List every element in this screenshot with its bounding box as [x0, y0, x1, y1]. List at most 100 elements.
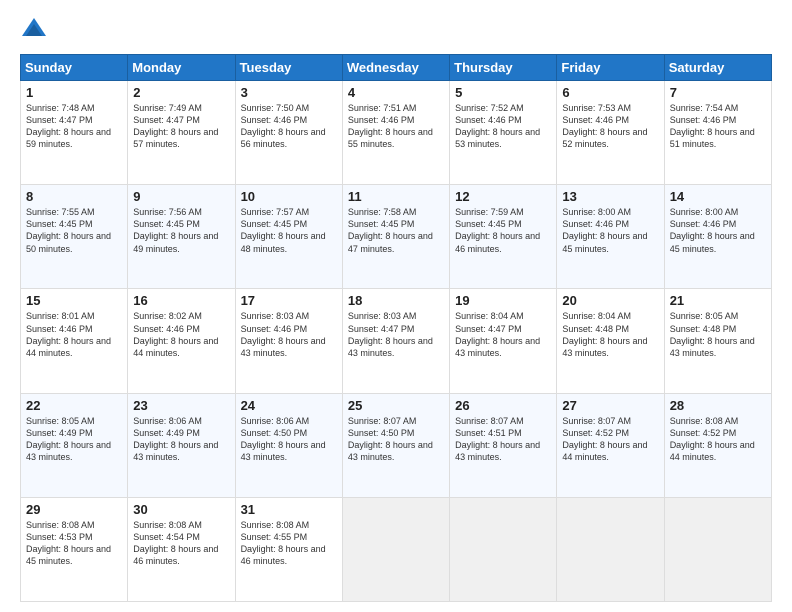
cell-details: Sunrise: 8:05 AMSunset: 4:49 PMDaylight:… [26, 416, 111, 462]
calendar-cell: 22 Sunrise: 8:05 AMSunset: 4:49 PMDaylig… [21, 393, 128, 497]
calendar-cell: 14 Sunrise: 8:00 AMSunset: 4:46 PMDaylig… [664, 185, 771, 289]
cell-details: Sunrise: 8:06 AMSunset: 4:49 PMDaylight:… [133, 416, 218, 462]
calendar-cell: 7 Sunrise: 7:54 AMSunset: 4:46 PMDayligh… [664, 81, 771, 185]
day-number: 15 [26, 293, 122, 308]
cell-details: Sunrise: 8:07 AMSunset: 4:50 PMDaylight:… [348, 416, 433, 462]
day-number: 16 [133, 293, 229, 308]
day-number: 25 [348, 398, 444, 413]
calendar-cell: 31 Sunrise: 8:08 AMSunset: 4:55 PMDaylig… [235, 497, 342, 601]
cell-details: Sunrise: 8:08 AMSunset: 4:54 PMDaylight:… [133, 520, 218, 566]
cell-details: Sunrise: 8:03 AMSunset: 4:46 PMDaylight:… [241, 311, 326, 357]
day-number: 11 [348, 189, 444, 204]
day-header-sunday: Sunday [21, 55, 128, 81]
cell-details: Sunrise: 7:50 AMSunset: 4:46 PMDaylight:… [241, 103, 326, 149]
day-number: 24 [241, 398, 337, 413]
calendar-week-3: 15 Sunrise: 8:01 AMSunset: 4:46 PMDaylig… [21, 289, 772, 393]
calendar-cell: 8 Sunrise: 7:55 AMSunset: 4:45 PMDayligh… [21, 185, 128, 289]
calendar-cell: 29 Sunrise: 8:08 AMSunset: 4:53 PMDaylig… [21, 497, 128, 601]
calendar-cell: 25 Sunrise: 8:07 AMSunset: 4:50 PMDaylig… [342, 393, 449, 497]
calendar-cell: 5 Sunrise: 7:52 AMSunset: 4:46 PMDayligh… [450, 81, 557, 185]
cell-details: Sunrise: 8:07 AMSunset: 4:51 PMDaylight:… [455, 416, 540, 462]
cell-details: Sunrise: 8:00 AMSunset: 4:46 PMDaylight:… [670, 207, 755, 253]
cell-details: Sunrise: 7:52 AMSunset: 4:46 PMDaylight:… [455, 103, 540, 149]
cell-details: Sunrise: 7:56 AMSunset: 4:45 PMDaylight:… [133, 207, 218, 253]
calendar-cell [450, 497, 557, 601]
calendar-cell [557, 497, 664, 601]
logo-icon [20, 16, 48, 44]
day-number: 4 [348, 85, 444, 100]
calendar-cell: 23 Sunrise: 8:06 AMSunset: 4:49 PMDaylig… [128, 393, 235, 497]
cell-details: Sunrise: 7:49 AMSunset: 4:47 PMDaylight:… [133, 103, 218, 149]
day-header-saturday: Saturday [664, 55, 771, 81]
day-number: 20 [562, 293, 658, 308]
day-number: 30 [133, 502, 229, 517]
cell-details: Sunrise: 7:55 AMSunset: 4:45 PMDaylight:… [26, 207, 111, 253]
day-number: 17 [241, 293, 337, 308]
cell-details: Sunrise: 8:04 AMSunset: 4:48 PMDaylight:… [562, 311, 647, 357]
calendar-cell: 26 Sunrise: 8:07 AMSunset: 4:51 PMDaylig… [450, 393, 557, 497]
cell-details: Sunrise: 8:03 AMSunset: 4:47 PMDaylight:… [348, 311, 433, 357]
day-number: 1 [26, 85, 122, 100]
cell-details: Sunrise: 8:07 AMSunset: 4:52 PMDaylight:… [562, 416, 647, 462]
day-header-friday: Friday [557, 55, 664, 81]
calendar-cell: 11 Sunrise: 7:58 AMSunset: 4:45 PMDaylig… [342, 185, 449, 289]
calendar-cell: 1 Sunrise: 7:48 AMSunset: 4:47 PMDayligh… [21, 81, 128, 185]
day-number: 19 [455, 293, 551, 308]
day-number: 27 [562, 398, 658, 413]
calendar-cell: 18 Sunrise: 8:03 AMSunset: 4:47 PMDaylig… [342, 289, 449, 393]
day-number: 10 [241, 189, 337, 204]
day-number: 13 [562, 189, 658, 204]
cell-details: Sunrise: 8:00 AMSunset: 4:46 PMDaylight:… [562, 207, 647, 253]
calendar-table: SundayMondayTuesdayWednesdayThursdayFrid… [20, 54, 772, 602]
calendar-cell [664, 497, 771, 601]
calendar-cell: 27 Sunrise: 8:07 AMSunset: 4:52 PMDaylig… [557, 393, 664, 497]
day-header-tuesday: Tuesday [235, 55, 342, 81]
day-number: 3 [241, 85, 337, 100]
day-number: 12 [455, 189, 551, 204]
calendar-cell: 9 Sunrise: 7:56 AMSunset: 4:45 PMDayligh… [128, 185, 235, 289]
cell-details: Sunrise: 7:54 AMSunset: 4:46 PMDaylight:… [670, 103, 755, 149]
calendar-cell: 4 Sunrise: 7:51 AMSunset: 4:46 PMDayligh… [342, 81, 449, 185]
cell-details: Sunrise: 7:57 AMSunset: 4:45 PMDaylight:… [241, 207, 326, 253]
calendar-week-5: 29 Sunrise: 8:08 AMSunset: 4:53 PMDaylig… [21, 497, 772, 601]
cell-details: Sunrise: 7:53 AMSunset: 4:46 PMDaylight:… [562, 103, 647, 149]
logo [20, 16, 52, 44]
day-number: 29 [26, 502, 122, 517]
cell-details: Sunrise: 8:08 AMSunset: 4:52 PMDaylight:… [670, 416, 755, 462]
calendar-week-2: 8 Sunrise: 7:55 AMSunset: 4:45 PMDayligh… [21, 185, 772, 289]
cell-details: Sunrise: 8:02 AMSunset: 4:46 PMDaylight:… [133, 311, 218, 357]
cell-details: Sunrise: 8:05 AMSunset: 4:48 PMDaylight:… [670, 311, 755, 357]
day-number: 9 [133, 189, 229, 204]
cell-details: Sunrise: 8:08 AMSunset: 4:55 PMDaylight:… [241, 520, 326, 566]
day-number: 8 [26, 189, 122, 204]
calendar-cell: 3 Sunrise: 7:50 AMSunset: 4:46 PMDayligh… [235, 81, 342, 185]
calendar-cell: 13 Sunrise: 8:00 AMSunset: 4:46 PMDaylig… [557, 185, 664, 289]
calendar-cell: 24 Sunrise: 8:06 AMSunset: 4:50 PMDaylig… [235, 393, 342, 497]
day-header-thursday: Thursday [450, 55, 557, 81]
day-number: 23 [133, 398, 229, 413]
cell-details: Sunrise: 7:51 AMSunset: 4:46 PMDaylight:… [348, 103, 433, 149]
day-number: 5 [455, 85, 551, 100]
calendar-cell: 30 Sunrise: 8:08 AMSunset: 4:54 PMDaylig… [128, 497, 235, 601]
calendar-week-1: 1 Sunrise: 7:48 AMSunset: 4:47 PMDayligh… [21, 81, 772, 185]
cell-details: Sunrise: 7:58 AMSunset: 4:45 PMDaylight:… [348, 207, 433, 253]
header [20, 16, 772, 44]
day-number: 26 [455, 398, 551, 413]
calendar-cell: 15 Sunrise: 8:01 AMSunset: 4:46 PMDaylig… [21, 289, 128, 393]
day-number: 14 [670, 189, 766, 204]
calendar-header-row: SundayMondayTuesdayWednesdayThursdayFrid… [21, 55, 772, 81]
day-number: 2 [133, 85, 229, 100]
cell-details: Sunrise: 7:48 AMSunset: 4:47 PMDaylight:… [26, 103, 111, 149]
calendar-cell: 28 Sunrise: 8:08 AMSunset: 4:52 PMDaylig… [664, 393, 771, 497]
day-number: 21 [670, 293, 766, 308]
day-number: 6 [562, 85, 658, 100]
calendar-cell: 20 Sunrise: 8:04 AMSunset: 4:48 PMDaylig… [557, 289, 664, 393]
calendar-cell: 17 Sunrise: 8:03 AMSunset: 4:46 PMDaylig… [235, 289, 342, 393]
page: SundayMondayTuesdayWednesdayThursdayFrid… [0, 0, 792, 612]
calendar-cell: 2 Sunrise: 7:49 AMSunset: 4:47 PMDayligh… [128, 81, 235, 185]
calendar-cell: 21 Sunrise: 8:05 AMSunset: 4:48 PMDaylig… [664, 289, 771, 393]
day-number: 7 [670, 85, 766, 100]
day-header-wednesday: Wednesday [342, 55, 449, 81]
calendar-week-4: 22 Sunrise: 8:05 AMSunset: 4:49 PMDaylig… [21, 393, 772, 497]
calendar-cell: 19 Sunrise: 8:04 AMSunset: 4:47 PMDaylig… [450, 289, 557, 393]
